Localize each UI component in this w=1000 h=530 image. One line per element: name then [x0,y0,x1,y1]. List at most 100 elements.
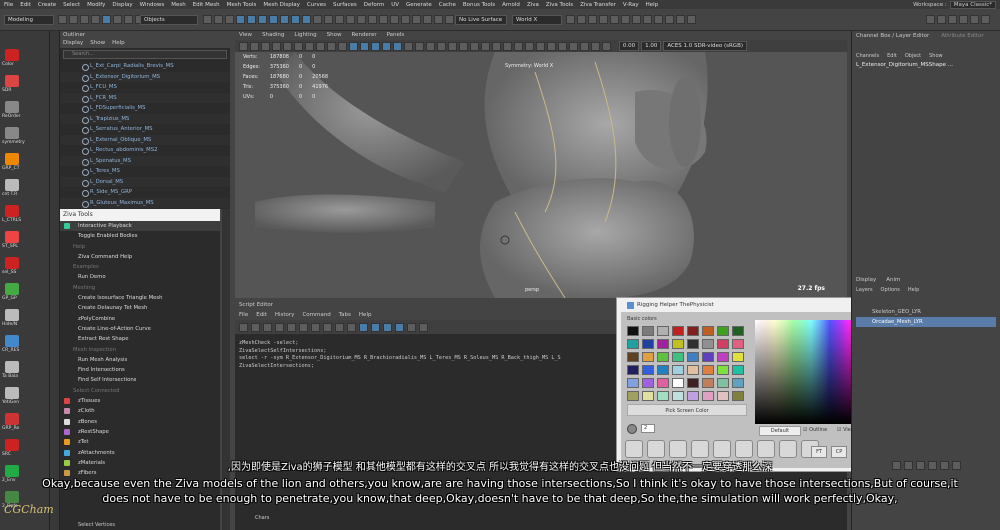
render-icon-2[interactable] [588,15,597,24]
menu-item-mesh-tools[interactable]: Mesh Tools [227,2,257,8]
viewport-tool-icon-32[interactable] [591,41,600,51]
shelf-icon-12[interactable] [5,361,19,373]
shelf-icon-2[interactable] [5,101,19,113]
attribute-editor-tab[interactable]: Attribute Editor [941,31,983,41]
menu-item-generate[interactable]: Generate [406,2,432,8]
script-tool-icon-12[interactable] [383,322,392,332]
ziva-menu-item[interactable]: Toggle Enabled Bodies [60,231,220,241]
channel-menu-item[interactable]: Channels [856,51,879,61]
shelf-icon-6[interactable] [5,205,19,217]
outliner-row[interactable]: L_FCU_MS [60,82,230,93]
menu-item-edit[interactable]: Edit [20,2,31,8]
menu-item-windows[interactable]: Windows [140,2,165,8]
mode-dropdown[interactable]: Modeling [4,15,54,25]
shape-button[interactable] [625,440,643,458]
shelf-icon-0[interactable] [5,49,19,61]
viewport-tool-icon-28[interactable] [547,41,556,51]
color-swatch[interactable] [717,391,729,401]
ziva-menu-item[interactable]: zBones [60,417,220,427]
outliner-row[interactable]: L_External_Oblique_MS [60,134,230,145]
shelf-icon-3[interactable] [5,127,19,139]
color-swatch[interactable] [657,326,669,336]
script-tool-icon-0[interactable] [239,322,248,332]
snap-icon-3[interactable] [236,15,245,24]
live-surface-field[interactable]: No Live Surface [455,15,507,25]
3d-viewport[interactable]: Verts: 187808 0 0 Edges: 375360 0 0 Faces: 187680… [235,52,847,298]
color-swatch[interactable] [702,326,714,336]
viewport-tool-icon-16[interactable] [415,41,424,51]
color-swatch[interactable] [672,339,684,349]
snap-icon-0[interactable] [203,15,212,24]
menu-item-file[interactable]: File [4,2,13,8]
viewport-menu-item[interactable]: Show [327,31,342,40]
color-swatch[interactable] [627,378,639,388]
script-tool-icon-6[interactable] [311,322,320,332]
snap-icon-12[interactable] [335,15,344,24]
snap-icon-2[interactable] [225,15,234,24]
ziva-menu-item[interactable]: zCloth [60,406,220,416]
color-swatch[interactable] [687,339,699,349]
snap-icon-1[interactable] [214,15,223,24]
outliner-menu-item[interactable]: Help [112,39,125,48]
menu-item-arnold[interactable]: Arnold [502,2,520,8]
menu-item-ziva-transfer[interactable]: Ziva Transfer [580,2,616,8]
render-icon-6[interactable] [632,15,641,24]
shape-button[interactable] [669,440,687,458]
outliner-row[interactable]: L_FDSuperficialis_MS [60,103,230,114]
color-swatch[interactable] [657,365,669,375]
outliner-menu-item[interactable]: Show [90,39,105,48]
script-menu-item[interactable]: Edit [256,310,267,320]
color-swatch[interactable] [642,365,654,375]
status-tool-icon-0[interactable] [58,15,67,24]
colorspace-dropdown[interactable]: ACES 1.0 SDR-video (sRGB) [663,41,747,51]
ziva-menu-item[interactable]: zTet [60,437,220,447]
color-swatch[interactable] [642,326,654,336]
color-swatch[interactable] [657,391,669,401]
outliner-row[interactable]: L_Serratus_Anterior_MS [60,124,230,135]
script-menu-item[interactable]: Help [359,310,372,320]
viewport-tool-icon-27[interactable] [536,41,545,51]
ziva-menu-item[interactable]: Create Delaunay Tet Mesh [60,303,220,313]
viewport-tool-icon-17[interactable] [426,41,435,51]
menu-item-help[interactable]: Help [646,2,659,8]
color-swatch[interactable] [732,339,744,349]
viewport-tool-icon-23[interactable] [492,41,501,51]
channel-menu-item[interactable]: Show [929,51,943,61]
selection-mode-dropdown[interactable]: Objects [140,15,198,25]
viewport-tool-icon-2[interactable] [261,41,270,51]
menu-item-cache[interactable]: Cache [439,2,456,8]
color-swatch[interactable] [672,378,684,388]
color-swatch[interactable] [642,378,654,388]
render-icon-3[interactable] [599,15,608,24]
viewport-tool-icon-15[interactable] [404,41,413,51]
script-tool-icon-1[interactable] [251,322,260,332]
viewport-tool-icon-31[interactable] [580,41,589,51]
rig-button-cp[interactable]: CP [831,446,847,458]
script-tool-icon-14[interactable] [407,322,416,332]
outliner-row[interactable]: L_Teres_MS [60,166,230,177]
color-swatch[interactable] [717,365,729,375]
color-swatch[interactable] [642,352,654,362]
render-icon-5[interactable] [621,15,630,24]
menu-item-curves[interactable]: Curves [307,2,326,8]
script-menu-item[interactable]: File [239,310,248,320]
viewport-tool-icon-11[interactable] [360,41,369,51]
render-icon-8[interactable] [654,15,663,24]
pick-screen-color-button[interactable]: Pick Screen Color [627,404,747,416]
color-swatch[interactable] [657,352,669,362]
shelf-icon-13[interactable] [5,387,19,399]
status-tool-icon-2[interactable] [80,15,89,24]
ziva-menu-item[interactable]: zAttachments [60,448,220,458]
status-tool-icon-5[interactable] [113,15,122,24]
layer-row[interactable]: Orcadae_Mesh_LYR [856,317,996,327]
viewport-tool-icon-26[interactable] [525,41,534,51]
shelf-icon-17[interactable] [5,491,19,503]
snap-icon-16[interactable] [379,15,388,24]
snap-icon-15[interactable] [368,15,377,24]
layer-menu-item[interactable]: Help [908,285,919,295]
viewport-tool-icon-30[interactable] [569,41,578,51]
color-swatch[interactable] [687,352,699,362]
color-swatch[interactable] [687,326,699,336]
color-swatch[interactable] [672,352,684,362]
panel-icon-1[interactable] [937,15,946,24]
